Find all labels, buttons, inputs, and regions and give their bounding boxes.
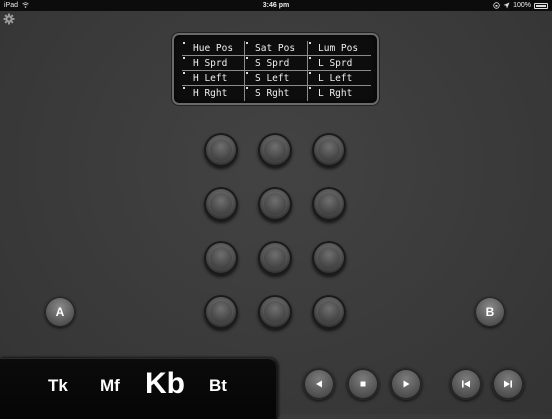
mode-tab-kb[interactable]: Kb [145,367,185,401]
mode-tab-tk[interactable]: Tk [48,376,68,396]
play-right-icon [403,380,410,388]
lcd-display: Hue Pos Sat Pos Lum Pos H Sprd S Sprd L … [172,33,379,105]
play-button[interactable] [390,368,422,400]
a-button[interactable]: A [45,297,75,327]
knob-sat-spread[interactable] [258,187,292,221]
status-bar: iPad 3:46 pm 100% [0,0,552,11]
lcd-cell: Sat Pos [245,41,308,56]
prev-button[interactable] [303,368,335,400]
play-left-icon [316,380,322,388]
lcd-cell: H Sprd [182,56,245,71]
lcd-cell: L Sprd [308,56,371,71]
knob-hue-right[interactable] [204,295,238,329]
lcd-cell: S Rght [245,86,308,101]
rotation-lock-icon [493,2,500,9]
mode-tab-mf[interactable]: Mf [100,376,120,396]
lcd-cell: L Left [308,71,371,86]
knob-hue-spread[interactable] [204,187,238,221]
lcd-grid: Hue Pos Sat Pos Lum Pos H Sprd S Sprd L … [182,41,371,101]
lcd-cell: H Left [182,71,245,86]
battery-percent: 100% [513,2,531,9]
knob-hue-pos[interactable] [204,133,238,167]
skip-forward-icon [504,380,512,388]
stop-icon [360,381,366,387]
knob-lum-pos[interactable] [312,133,346,167]
gear-icon[interactable] [3,13,15,25]
skip-back-icon [462,380,470,388]
lcd-cell: L Rght [308,86,371,101]
mode-tab-bt[interactable]: Bt [209,376,227,396]
lcd-cell: H Rght [182,86,245,101]
lcd-cell: Lum Pos [308,41,371,56]
lcd-cell: S Left [245,71,308,86]
stop-button[interactable] [347,368,379,400]
status-right: 100% [493,0,548,11]
knob-hue-left[interactable] [204,241,238,275]
status-time: 3:46 pm [262,2,290,9]
knob-lum-spread[interactable] [312,187,346,221]
knob-sat-pos[interactable] [258,133,292,167]
knob-sat-left[interactable] [258,241,292,275]
location-arrow-icon [503,2,510,9]
knob-lum-left[interactable] [312,241,346,275]
skip-forward-button[interactable] [492,368,524,400]
knob-lum-right[interactable] [312,295,346,329]
lcd-cell: S Sprd [245,56,308,71]
mode-tray: Tk Mf Kb Bt [0,358,278,419]
lcd-cell: Hue Pos [182,41,245,56]
b-button[interactable]: B [475,297,505,327]
battery-icon [534,2,548,9]
knob-sat-right[interactable] [258,295,292,329]
skip-back-button[interactable] [450,368,482,400]
